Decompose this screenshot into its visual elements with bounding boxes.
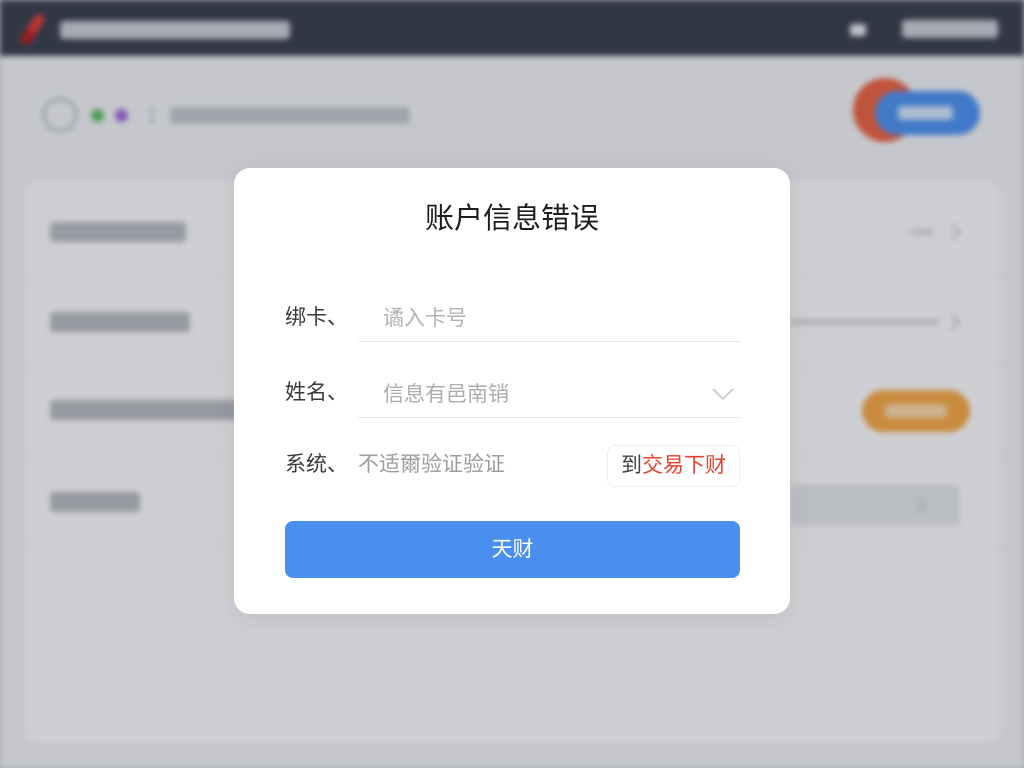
name-select-value: 信息有邑南销 <box>383 383 509 406</box>
go-to-trade-button[interactable]: 到交易下财 <box>607 445 740 487</box>
account-error-dialog: 账户信息错误 绑卡、 姓名、 信息有邑南销 系统、 到交易下财 天财 <box>234 168 790 614</box>
verification-code-input[interactable] <box>358 449 598 481</box>
system-field-label: 系统、 <box>285 453 348 476</box>
go-to-trade-highlight: 交易下财 <box>642 454 726 477</box>
submit-button[interactable]: 天财 <box>285 521 740 578</box>
name-select[interactable]: 信息有邑南销 <box>358 372 740 418</box>
card-field-box <box>358 296 740 342</box>
dialog-title: 账户信息错误 <box>424 203 599 235</box>
card-number-input[interactable] <box>358 296 740 341</box>
go-to-trade-prefix: 到 <box>621 454 642 477</box>
screen: 账户信息错误 绑卡、 姓名、 信息有邑南销 系统、 到交易下财 天财 <box>0 0 1024 768</box>
chevron-down-icon <box>712 388 734 401</box>
name-field-label: 姓名、 <box>285 381 348 404</box>
card-field-label: 绑卡、 <box>285 306 348 329</box>
